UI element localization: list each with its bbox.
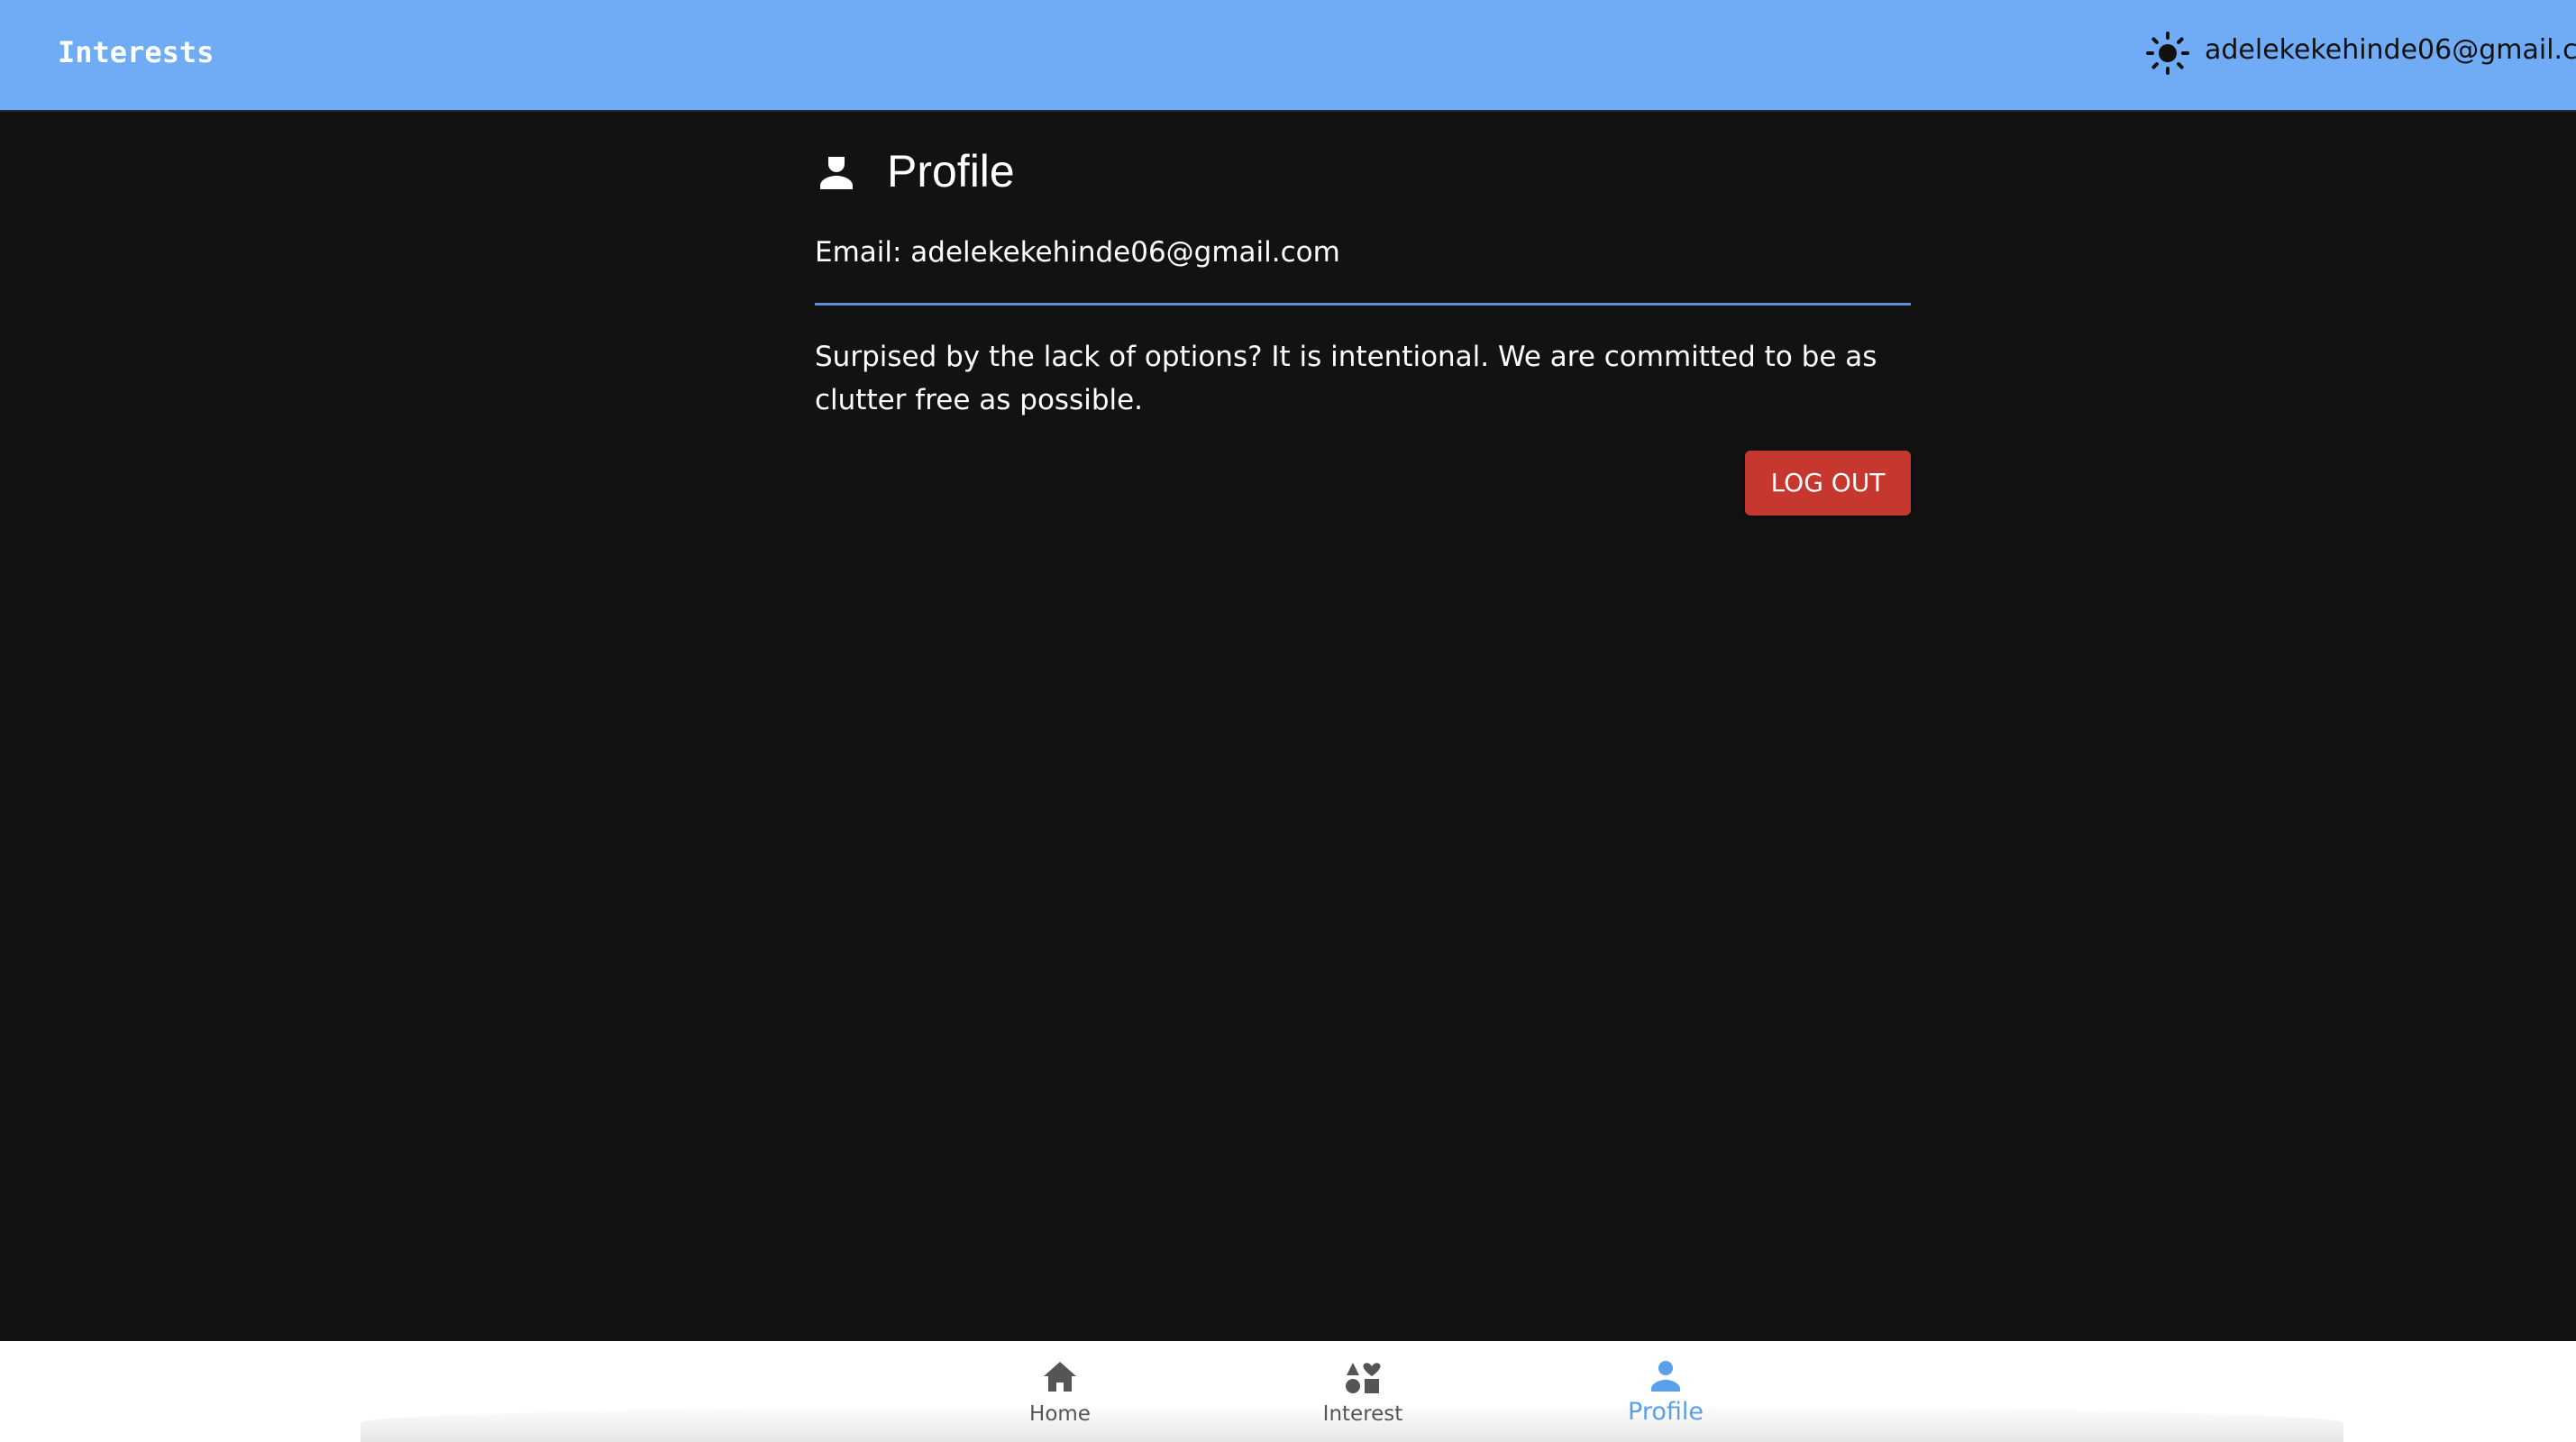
sun-icon	[2145, 31, 2190, 76]
person-icon	[815, 150, 858, 193]
nav-label-interest: Interest	[1322, 1402, 1403, 1426]
top-app-bar: Interests adelekekehinde06@gmail.c	[0, 0, 2576, 112]
nav-item-home[interactable]: Home	[952, 1341, 1168, 1442]
profile-heading: Profile	[815, 144, 1356, 198]
app-brand-title[interactable]: Interests	[58, 34, 214, 70]
nav-item-profile[interactable]: Profile	[1557, 1341, 1774, 1442]
nav-label-home: Home	[1029, 1402, 1091, 1426]
profile-note: Surpised by the lack of options? It is i…	[815, 341, 1877, 416]
category-shapes-icon	[1343, 1357, 1383, 1397]
home-icon	[1040, 1357, 1080, 1397]
bottom-navigation: Home Interest Profile	[0, 1341, 2576, 1442]
nav-label-profile: Profile	[1628, 1398, 1704, 1426]
profile-email: Email: adelekekehinde06@gmail.com	[815, 236, 1340, 269]
logout-button[interactable]: LOG OUT	[1745, 451, 1911, 516]
app-root: Interests adelekekehinde06@gmail.c Profi…	[0, 0, 2576, 1442]
theme-toggle-button[interactable]	[2145, 31, 2190, 76]
person-icon	[1646, 1357, 1685, 1397]
header-user-email: adelekekehinde06@gmail.com	[2205, 34, 2576, 66]
page-title: Profile	[887, 146, 1015, 196]
nav-item-interest[interactable]: Interest	[1255, 1341, 1471, 1442]
section-divider	[815, 303, 1911, 306]
